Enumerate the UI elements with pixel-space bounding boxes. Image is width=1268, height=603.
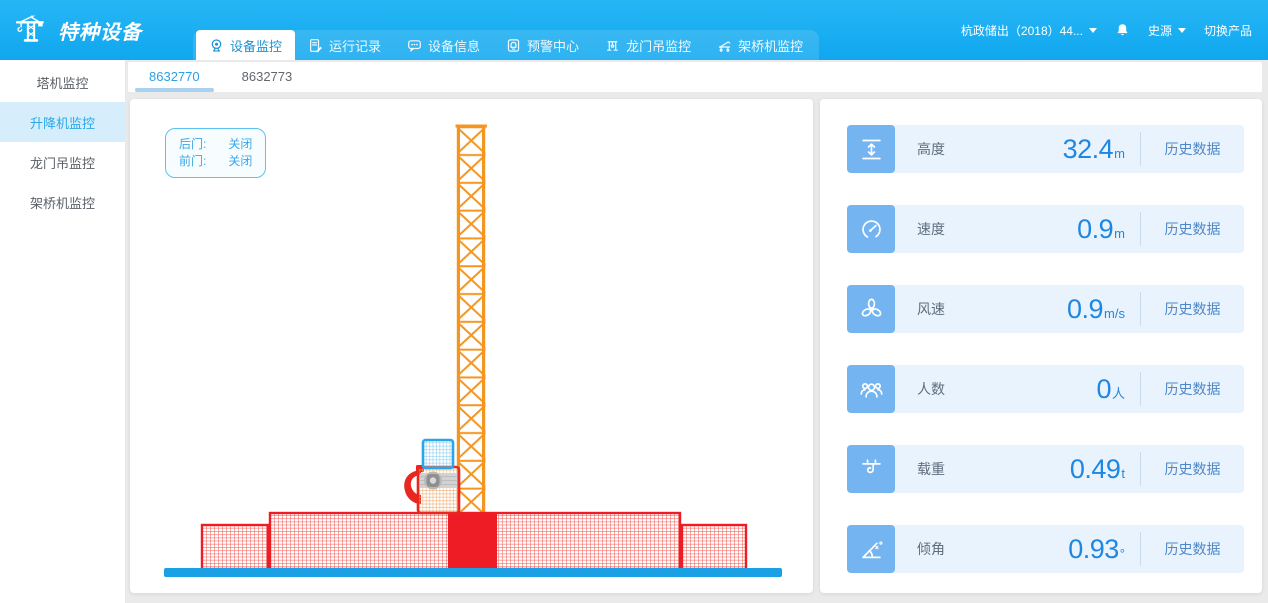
camera-monitor-icon (209, 38, 224, 53)
metric-row-speed: 速度 0.9m 历史数据 (847, 205, 1244, 253)
metric-value: 0.9m/s (1067, 294, 1125, 325)
metric-row-wind: 风速 0.9m/s 历史数据 (847, 285, 1244, 333)
sidebar: 塔机监控 升降机监控 龙门吊监控 架桥机监控 (0, 60, 126, 603)
speedometer-icon (847, 205, 895, 253)
tilt-angle-icon (847, 525, 895, 573)
device-tab-8632773[interactable]: 8632773 (221, 62, 314, 92)
history-data-link[interactable]: 历史数据 (1141, 219, 1244, 239)
metric-value: 0.93° (1068, 534, 1125, 565)
history-data-link[interactable]: 历史数据 (1141, 379, 1244, 399)
rear-door-value: 关闭 (228, 136, 252, 153)
tower-crane-logo-icon (13, 12, 49, 48)
gantry-crane-icon (605, 38, 620, 53)
notification-bell-icon (1115, 22, 1130, 38)
metric-label: 风速 (917, 299, 945, 319)
sidebar-item-tower-crane[interactable]: 塔机监控 (0, 62, 125, 102)
user-name: 史源 (1148, 22, 1172, 39)
main-content: 8632770 8632773 后门: 关闭 前门: 关闭 (126, 60, 1268, 603)
metric-value: 0.9m (1077, 214, 1125, 245)
app-logo: 特种设备 (0, 0, 193, 60)
metric-label: 人数 (917, 379, 945, 399)
history-data-link[interactable]: 历史数据 (1141, 459, 1244, 479)
tab-alert-center[interactable]: 预警中心 (493, 30, 592, 60)
history-data-link[interactable]: 历史数据 (1141, 539, 1244, 559)
metric-row-angle: 倾角 0.93° 历史数据 (847, 525, 1244, 573)
front-door-label: 前门: (179, 153, 206, 170)
tab-device-info[interactable]: 设备信息 (394, 30, 493, 60)
hoist-visual-panel: 后门: 关闭 前门: 关闭 (130, 99, 813, 593)
tab-device-monitor[interactable]: 设备监控 (196, 30, 295, 60)
chevron-down-icon (1178, 28, 1186, 37)
history-data-link[interactable]: 历史数据 (1141, 139, 1244, 159)
alert-center-icon (506, 38, 521, 53)
device-tab-8632770[interactable]: 8632770 (128, 62, 221, 92)
metric-row-height: 高度 32.4m 历史数据 (847, 125, 1244, 173)
project-name: 杭政储出（2018）44... (961, 22, 1083, 39)
people-count-icon (847, 365, 895, 413)
panels: 后门: 关闭 前门: 关闭 (130, 99, 1262, 593)
switch-product-button[interactable]: 切换产品 (1204, 22, 1252, 39)
metric-value: 0.49t (1070, 454, 1125, 485)
tab-gantry-crane-monitor[interactable]: 龙门吊监控 (592, 30, 704, 60)
metric-label: 载重 (917, 459, 945, 479)
notification-bell-button[interactable] (1115, 22, 1130, 38)
run-record-icon (308, 38, 323, 53)
load-hook-icon (847, 445, 895, 493)
hoist-cage (404, 440, 459, 513)
tab-label: 龙门吊监控 (626, 36, 691, 55)
device-info-icon (407, 38, 422, 53)
tab-label: 预警中心 (527, 36, 579, 55)
tab-bridge-machine-monitor[interactable]: 架桥机监控 (704, 30, 816, 60)
sidebar-item-bridge-machine[interactable]: 架桥机监控 (0, 182, 125, 222)
sidebar-item-gantry-crane[interactable]: 龙门吊监控 (0, 142, 125, 182)
metric-value: 0人 (1096, 374, 1125, 405)
ground-line (164, 568, 782, 577)
user-menu[interactable]: 史源 (1148, 22, 1186, 39)
metric-value: 32.4m (1063, 134, 1125, 165)
chevron-down-icon (1089, 28, 1097, 37)
mast-base-block (448, 513, 497, 569)
metric-row-people: 人数 0人 历史数据 (847, 365, 1244, 413)
device-tab-strip: 8632770 8632773 (128, 62, 1262, 92)
tab-label: 设备监控 (230, 36, 282, 55)
project-selector[interactable]: 杭政储出（2018）44... (961, 22, 1097, 39)
metric-row-load: 载重 0.49t 历史数据 (847, 445, 1244, 493)
header-right: 杭政储出（2018）44... 史源 切换产品 (961, 0, 1268, 60)
app-title: 特种设备 (58, 16, 142, 45)
rear-door-label: 后门: (179, 136, 206, 153)
top-bar: 特种设备 设备监控 运行记录 设备信息 (0, 0, 1268, 60)
bridge-machine-icon (717, 38, 732, 53)
metric-label: 倾角 (917, 539, 945, 559)
tab-label: 设备信息 (428, 36, 480, 55)
tab-label: 架桥机监控 (738, 36, 803, 55)
height-icon (847, 125, 895, 173)
metric-label: 高度 (917, 139, 945, 159)
history-data-link[interactable]: 历史数据 (1141, 299, 1244, 319)
wind-fan-icon (847, 285, 895, 333)
tab-run-records[interactable]: 运行记录 (295, 30, 394, 60)
sidebar-item-hoist[interactable]: 升降机监控 (0, 102, 125, 142)
door-status-panel: 后门: 关闭 前门: 关闭 (165, 128, 266, 178)
main-nav: 设备监控 运行记录 设备信息 预警中心 (193, 30, 819, 60)
hoist-mast (456, 126, 487, 514)
front-door-value: 关闭 (228, 153, 252, 170)
metric-label: 速度 (917, 219, 945, 239)
metrics-panel: 高度 32.4m 历史数据 速度 0.9m 历史数据 (820, 99, 1262, 593)
cage-cab (423, 440, 453, 468)
tab-label: 运行记录 (329, 36, 381, 55)
